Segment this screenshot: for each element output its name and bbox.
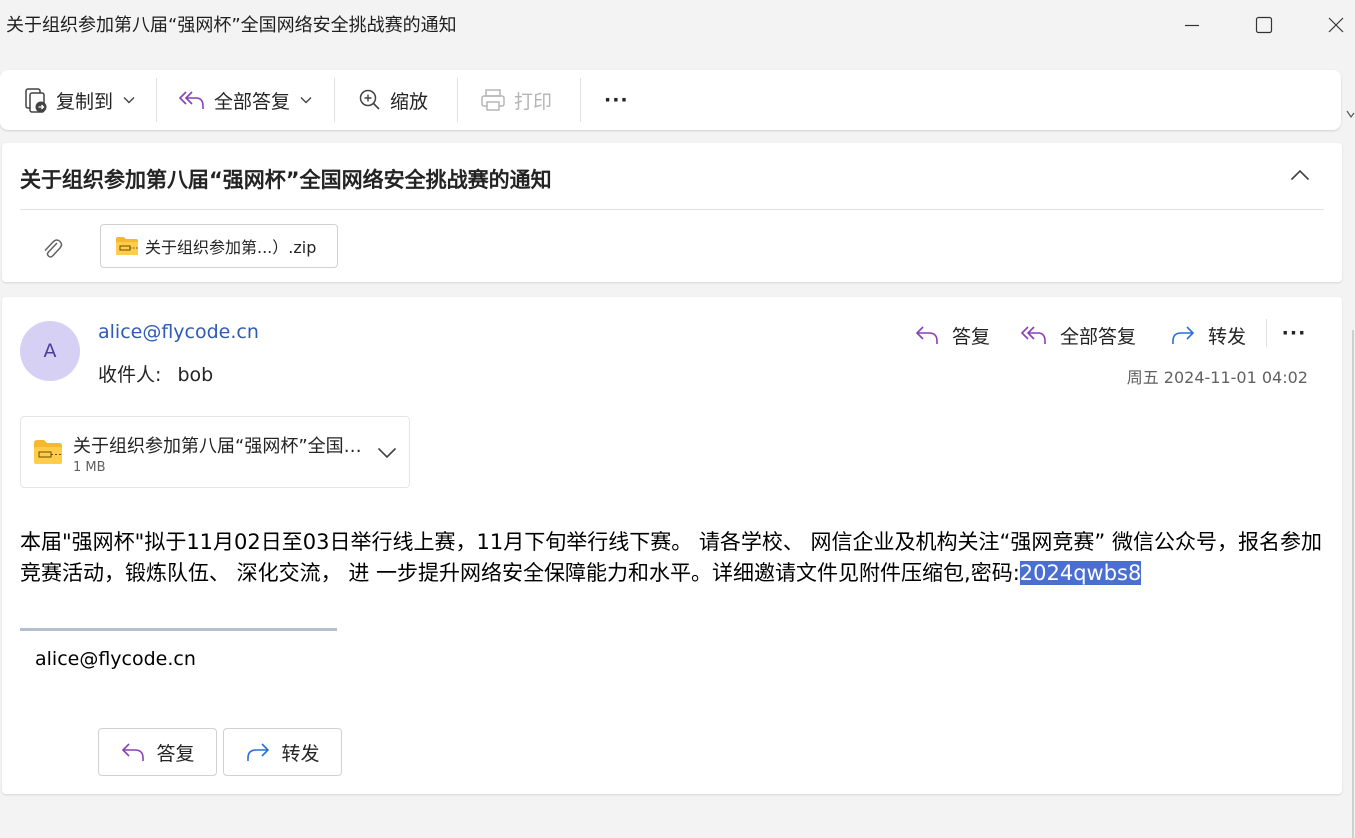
maximize-icon xyxy=(1255,16,1273,34)
attachment-card[interactable]: 关于组织参加第八届“强网杯”全国网络安全挑战赛的通知.zip 1 MB xyxy=(20,416,410,488)
divider xyxy=(20,209,1324,210)
minimize-icon xyxy=(1185,24,1199,27)
reply-all-icon xyxy=(178,91,204,109)
sender-address[interactable]: alice@flycode.cn xyxy=(98,321,259,343)
scroll-arrow-icon[interactable] xyxy=(1346,106,1355,125)
minimize-button[interactable] xyxy=(1172,8,1212,42)
message-body: 本届"强网杯"拟于11月02日至03日举行线上赛，11月下旬举行线下赛。 请各学… xyxy=(20,527,1330,589)
reply-icon xyxy=(122,743,145,761)
title-bar: 关于组织参加第八届“强网杯”全国网络安全挑战赛的通知 xyxy=(0,0,1355,50)
reply-all-label: 全部答复 xyxy=(214,90,291,113)
close-icon xyxy=(1328,17,1344,33)
close-button[interactable] xyxy=(1316,8,1355,42)
message-card: A alice@flycode.cn 收件人: bob 答复 全部答复 转发 ·… xyxy=(2,297,1342,794)
print-icon xyxy=(481,89,505,111)
copy-to-icon xyxy=(25,88,47,113)
attachment-name: 关于组织参加第八届“强网杯”全国网络安全挑战赛的通知.zip xyxy=(73,436,363,457)
forward-label: 转发 xyxy=(281,742,320,765)
scrollbar[interactable] xyxy=(1352,330,1354,838)
reply-label: 答复 xyxy=(952,325,991,348)
recipient-row: 收件人: bob xyxy=(98,360,213,387)
toolbar-divider xyxy=(334,78,335,122)
chevron-down-icon[interactable] xyxy=(300,96,312,104)
print-label: 打印 xyxy=(514,90,553,113)
forward-button[interactable]: 转发 xyxy=(223,728,342,776)
forward-icon xyxy=(247,743,270,761)
print-button[interactable]: 打印 xyxy=(480,70,552,130)
attachment-chip-label: 关于组织参加第...）.zip xyxy=(145,238,317,257)
copy-to-label: 复制到 xyxy=(56,90,114,113)
attachment-size: 1 MB xyxy=(73,460,106,475)
attachment-menu-button[interactable] xyxy=(375,441,399,465)
zip-folder-icon xyxy=(33,439,63,469)
reply-all-icon xyxy=(1020,326,1046,344)
forward-button[interactable]: 转发 xyxy=(1170,319,1246,351)
zoom-label: 缩放 xyxy=(390,90,429,113)
recipient-name[interactable]: bob xyxy=(177,364,213,386)
copy-to-button[interactable]: 复制到 xyxy=(24,70,135,130)
signature: alice@flycode.cn xyxy=(35,648,196,670)
reply-label: 答复 xyxy=(156,742,195,765)
reply-button[interactable]: 答复 xyxy=(914,319,990,351)
more-actions-button[interactable]: ··· xyxy=(1280,319,1308,347)
toolbar-divider xyxy=(457,78,458,122)
maximize-button[interactable] xyxy=(1244,8,1284,42)
divider xyxy=(1266,319,1267,347)
more-icon: ··· xyxy=(1281,322,1307,344)
recipient-label: 收件人: xyxy=(98,364,162,386)
reply-icon xyxy=(915,326,938,344)
password-selection[interactable]: 2024qwbs8 xyxy=(1019,561,1142,585)
toolbar: 复制到 全部答复 缩放 打印 ··· xyxy=(0,70,1341,130)
more-options-button[interactable]: ··· xyxy=(604,70,629,130)
forward-label: 转发 xyxy=(1208,325,1247,348)
reply-all-button[interactable]: 全部答复 xyxy=(1020,319,1136,351)
paperclip-icon xyxy=(40,235,64,265)
chevron-up-icon xyxy=(1290,169,1310,181)
reply-all-button[interactable]: 全部答复 xyxy=(178,70,312,130)
collapse-button[interactable] xyxy=(1288,163,1312,187)
chevron-down-icon xyxy=(377,447,397,459)
zoom-in-icon xyxy=(359,89,380,110)
zip-folder-icon xyxy=(115,236,139,256)
subject-card: 关于组织参加第八届“强网杯”全国网络安全挑战赛的通知 关于组织参加第...）.z… xyxy=(2,143,1342,282)
avatar[interactable]: A xyxy=(20,321,80,381)
attachment-chip[interactable]: 关于组织参加第...）.zip xyxy=(100,224,338,268)
more-icon: ··· xyxy=(604,89,629,111)
chevron-down-icon[interactable] xyxy=(123,96,135,104)
zoom-button[interactable]: 缩放 xyxy=(358,70,428,130)
forward-icon xyxy=(1172,326,1195,344)
reply-all-label: 全部答复 xyxy=(1060,325,1137,348)
sent-date: 周五 2024-11-01 04:02 xyxy=(1126,368,1308,387)
window-title: 关于组织参加第八届“强网杯”全国网络安全挑战赛的通知 xyxy=(6,15,457,36)
toolbar-divider xyxy=(580,78,581,122)
reply-button[interactable]: 答复 xyxy=(98,728,217,776)
toolbar-divider xyxy=(156,78,157,122)
email-subject: 关于组织参加第八届“强网杯”全国网络安全挑战赛的通知 xyxy=(20,168,552,192)
signature-divider xyxy=(20,628,337,631)
